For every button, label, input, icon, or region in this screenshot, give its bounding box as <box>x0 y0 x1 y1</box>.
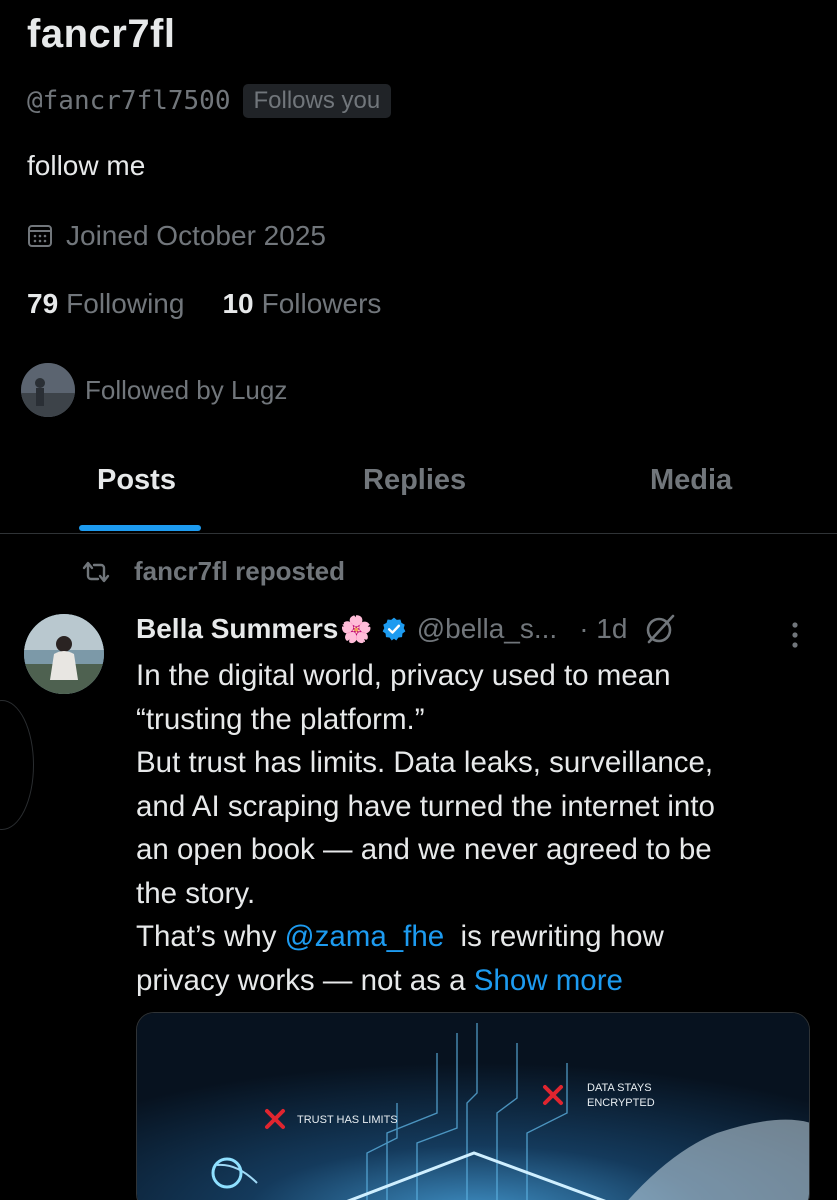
followed-by-row[interactable]: Followed by Lugz <box>21 363 287 417</box>
media-label-right-2: ENCRYPTED <box>587 1097 655 1109</box>
followers-label: Followers <box>261 288 382 319</box>
grok-icon[interactable] <box>643 612 677 646</box>
post-header: Bella Summers 🌸 @bella_s... · 1d <box>136 612 677 646</box>
post-line: an open book — and we never agreed to be <box>136 833 712 866</box>
post-line: the story. <box>136 876 256 910</box>
followed-by-text: Followed by Lugz <box>85 374 288 405</box>
handle-row: @fancr7fl7500 Follows you <box>27 84 392 118</box>
profile-display-name: fancr7fl <box>27 12 176 56</box>
follows-you-badge: Follows you <box>242 84 392 118</box>
tab-replies[interactable]: Replies <box>363 464 466 497</box>
media-label-left: TRUST HAS LIMITS <box>297 1114 398 1126</box>
post-line: privacy works — not as a Show more <box>136 959 816 1003</box>
post-media-image[interactable]: TRUST HAS LIMITS DATA STAYS ENCRYPTED <box>136 1012 810 1200</box>
profile-bio: follow me <box>27 150 146 181</box>
following-label: Following <box>66 288 185 319</box>
post-line: That’s why @zama_fhe is rewriting how <box>136 915 816 959</box>
post-line: But trust has limits. Data leaks, survei… <box>136 746 714 779</box>
author-handle[interactable]: @bella_s... <box>417 613 558 645</box>
post-text-segment: is rewriting how <box>444 920 664 953</box>
post-text-segment: That’s why <box>136 920 285 953</box>
more-vertical-icon[interactable] <box>786 620 804 650</box>
author-avatar[interactable] <box>24 614 104 694</box>
active-tab-indicator <box>79 525 201 531</box>
post-body[interactable]: In the digital world, privacy used to me… <box>136 654 816 1002</box>
media-label-right-1: DATA STAYS <box>587 1082 652 1094</box>
profile-handle: @fancr7fl7500 <box>27 86 231 116</box>
joined-row: Joined October 2025 <box>27 220 326 252</box>
tab-posts[interactable]: Posts <box>97 464 176 497</box>
follower-avatar <box>21 363 75 417</box>
profile-tabs: Posts Replies Media <box>0 444 837 534</box>
followers-count: 10 <box>222 288 254 319</box>
follow-counts: 79 Following 10 Followers <box>27 288 419 320</box>
following-link[interactable]: 79 Following <box>27 288 184 320</box>
tab-media[interactable]: Media <box>650 464 732 497</box>
following-count: 79 <box>27 288 59 319</box>
edge-decoration <box>0 700 34 830</box>
flower-emoji: 🌸 <box>340 613 373 644</box>
repost-label: fancr7fl reposted <box>134 556 345 586</box>
show-more-link[interactable]: Show more <box>474 964 623 997</box>
post-line: “trusting the platform.” <box>136 702 425 736</box>
mention-link[interactable]: @zama_fhe <box>285 920 445 953</box>
post-timestamp[interactable]: · 1d <box>579 613 627 645</box>
author-name[interactable]: Bella Summers <box>136 613 338 645</box>
post-line: In the digital world, privacy used to me… <box>136 659 671 692</box>
followers-link[interactable]: 10 Followers <box>222 288 381 320</box>
repost-context[interactable]: fancr7fl reposted <box>80 556 345 587</box>
post-line: and AI scraping have turned the internet… <box>136 789 715 823</box>
joined-date: Joined October 2025 <box>66 220 326 251</box>
verified-badge-icon <box>382 617 406 641</box>
repost-icon <box>82 561 110 582</box>
post-text-segment: privacy works — not as a <box>136 963 474 997</box>
calendar-icon <box>28 225 52 247</box>
